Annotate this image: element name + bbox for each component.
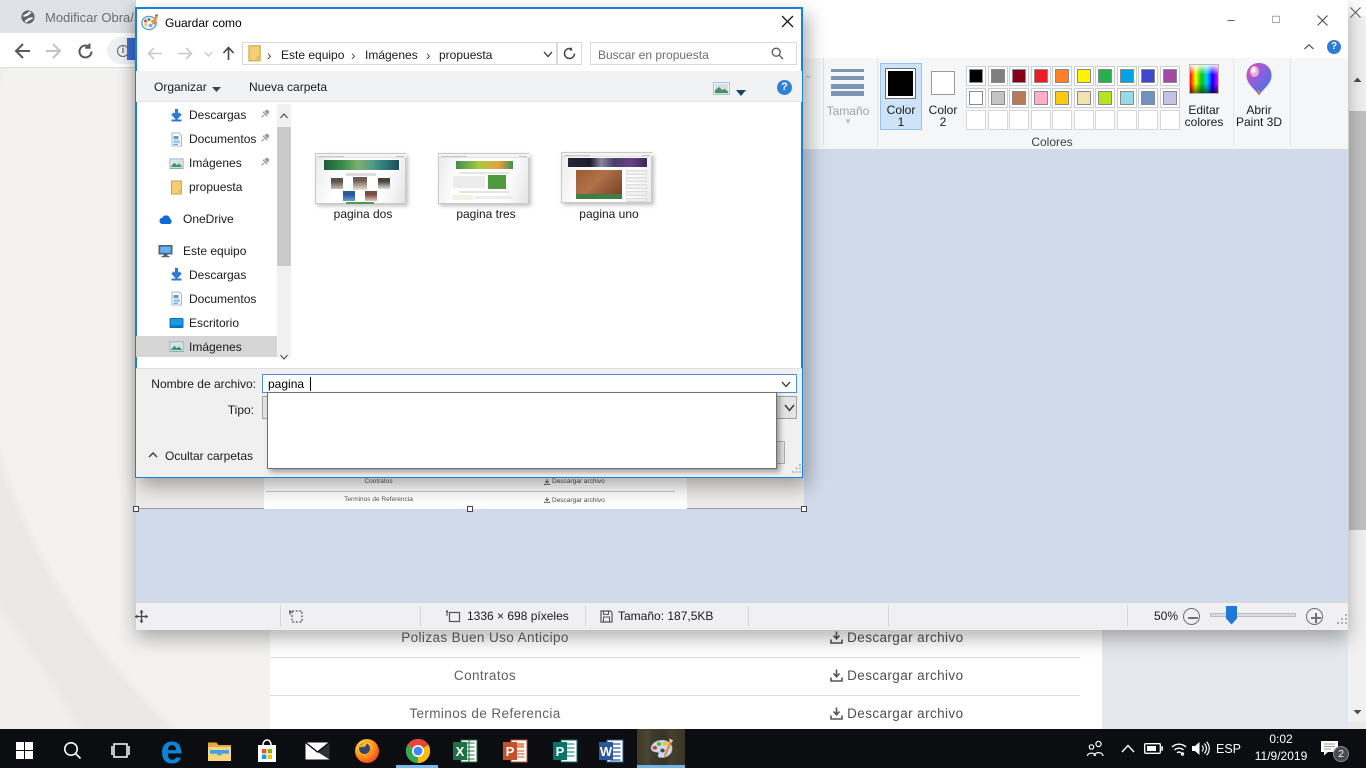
svg-text:X: X — [456, 744, 465, 759]
svg-text:P: P — [506, 744, 515, 759]
svg-text:P: P — [556, 744, 565, 759]
svg-text:W: W — [600, 744, 613, 759]
svg-text:e: e — [161, 737, 183, 765]
